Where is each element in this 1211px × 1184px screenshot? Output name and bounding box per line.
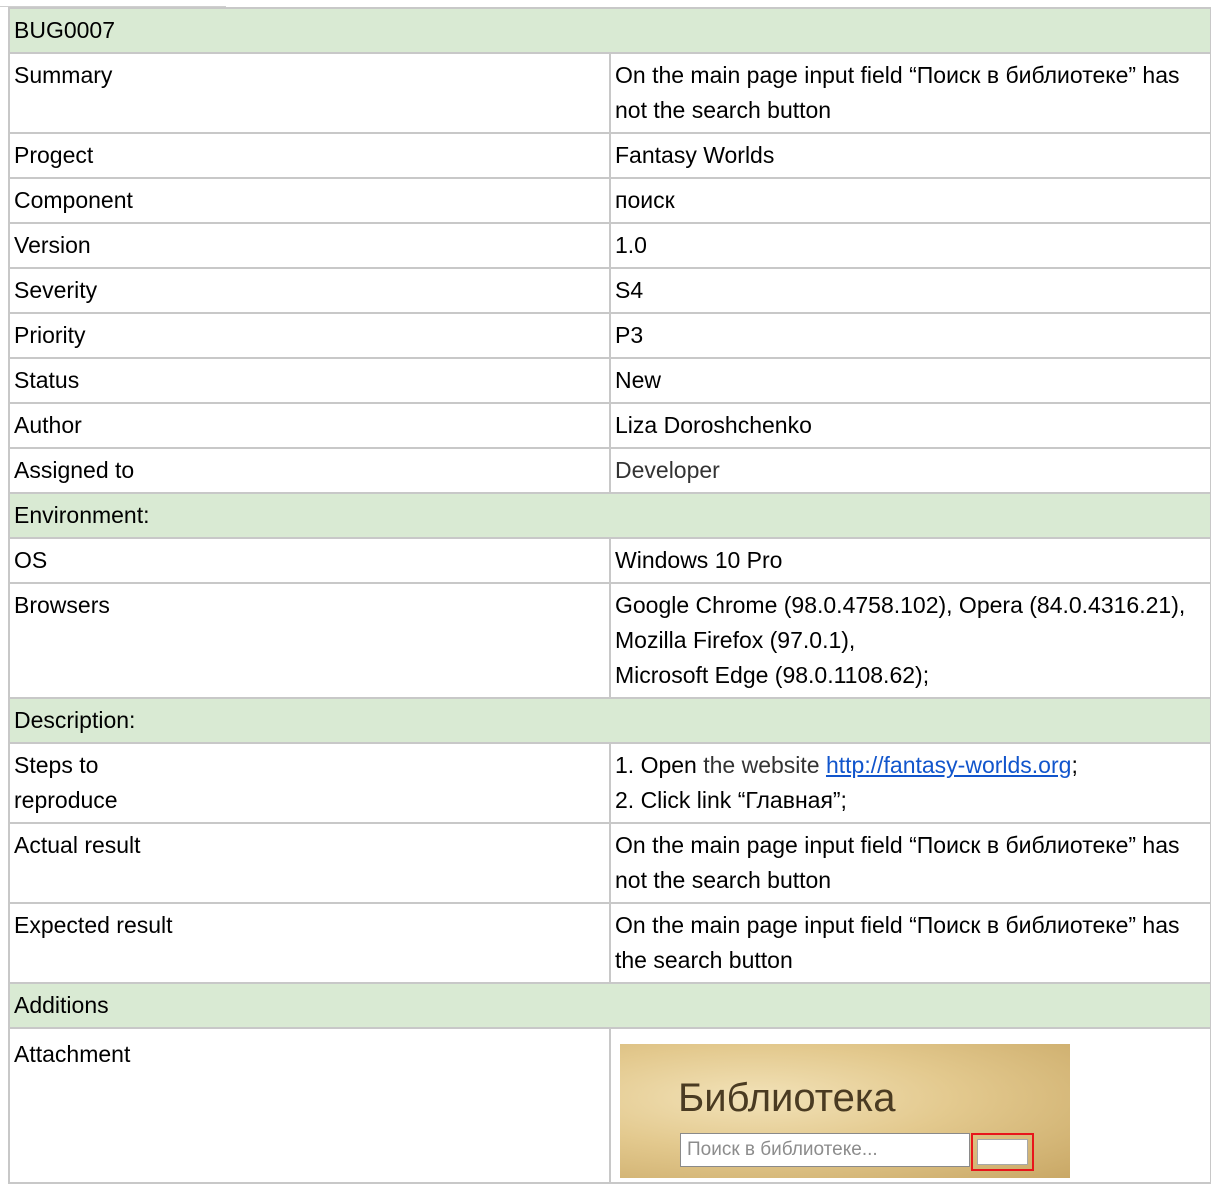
field-value: S4 bbox=[609, 267, 1211, 314]
field-value: поиск bbox=[609, 177, 1211, 224]
field-value: Developer bbox=[609, 447, 1211, 494]
field-label: Assigned to bbox=[8, 447, 611, 494]
os-value: Windows 10 Pro bbox=[609, 537, 1211, 584]
field-label: Author bbox=[8, 402, 611, 449]
expected-result-value: On the main page input field “Поиск в би… bbox=[609, 902, 1211, 984]
step-1-middle: the website bbox=[696, 752, 826, 778]
attachment-label: Attachment bbox=[8, 1027, 611, 1184]
browsers-line: Microsoft Edge (98.0.1108.62); bbox=[615, 662, 930, 688]
field-label: Version bbox=[8, 222, 611, 269]
steps-label-line: reproduce bbox=[14, 787, 118, 813]
field-label: Severity bbox=[8, 267, 611, 314]
screenshot-search-input: Поиск в библиотеке... bbox=[680, 1133, 970, 1167]
field-row-project: Progect Fantasy Worlds bbox=[8, 132, 1211, 179]
field-value: P3 bbox=[609, 312, 1211, 359]
bug-id: BUG0007 bbox=[8, 7, 1211, 54]
field-value: Fantasy Worlds bbox=[609, 132, 1211, 179]
field-row-assigned: Assigned to Developer bbox=[8, 447, 1211, 494]
bug-report-table: BUG0007 Summary On the main page input f… bbox=[8, 7, 1211, 1184]
field-value: On the main page input field “Поиск в би… bbox=[609, 52, 1211, 134]
steps-row: Steps to reproduce 1. Open the website h… bbox=[8, 742, 1211, 824]
browsers-label: Browsers bbox=[8, 582, 611, 699]
field-value: Liza Doroshchenko bbox=[609, 402, 1211, 449]
os-row: OS Windows 10 Pro bbox=[8, 537, 1211, 584]
description-heading: Description: bbox=[8, 697, 1211, 744]
step-1-prefix: 1. Open bbox=[615, 752, 697, 778]
field-row-component: Component поиск bbox=[8, 177, 1211, 224]
steps-label-line: Steps to bbox=[14, 752, 99, 778]
field-label: Priority bbox=[8, 312, 611, 359]
step-1-suffix: ; bbox=[1071, 752, 1078, 778]
field-row-priority: Priority P3 bbox=[8, 312, 1211, 359]
field-value: 1.0 bbox=[609, 222, 1211, 269]
attachment-screenshot: Библиотека Поиск в библиотеке... bbox=[620, 1044, 1070, 1178]
field-label: Progect bbox=[8, 132, 611, 179]
additions-heading: Additions bbox=[8, 982, 1211, 1029]
field-row-summary: Summary On the main page input field “По… bbox=[8, 52, 1211, 134]
expected-result-label: Expected result bbox=[8, 902, 611, 984]
field-label: Summary bbox=[8, 52, 611, 134]
field-row-author: Author Liza Doroshchenko bbox=[8, 402, 1211, 449]
step-2: 2. Click link “Главная”; bbox=[615, 787, 847, 813]
field-row-version: Version 1.0 bbox=[8, 222, 1211, 269]
attachment-row: Attachment Библиотека Поиск в библиотеке… bbox=[8, 1027, 1211, 1184]
os-label: OS bbox=[8, 537, 611, 584]
field-value: New bbox=[609, 357, 1211, 404]
actual-result-value: On the main page input field “Поиск в би… bbox=[609, 822, 1211, 904]
field-row-status: Status New bbox=[8, 357, 1211, 404]
steps-value: 1. Open the website http://fantasy-world… bbox=[609, 742, 1211, 824]
steps-label: Steps to reproduce bbox=[8, 742, 611, 824]
screenshot-title: Библиотека bbox=[678, 1076, 896, 1120]
environment-heading: Environment: bbox=[8, 492, 1211, 539]
expected-result-row: Expected result On the main page input f… bbox=[8, 902, 1211, 984]
description-heading-row: Description: bbox=[8, 697, 1211, 744]
browsers-value: Google Chrome (98.0.4758.102), Opera (84… bbox=[609, 582, 1211, 699]
field-label: Status bbox=[8, 357, 611, 404]
actual-result-label: Actual result bbox=[8, 822, 611, 904]
additions-heading-row: Additions bbox=[8, 982, 1211, 1029]
website-link[interactable]: http://fantasy-worlds.org bbox=[826, 752, 1071, 778]
field-row-severity: Severity S4 bbox=[8, 267, 1211, 314]
environment-heading-row: Environment: bbox=[8, 492, 1211, 539]
screenshot-highlight-box bbox=[971, 1133, 1034, 1171]
field-label: Component bbox=[8, 177, 611, 224]
screenshot-empty-button bbox=[977, 1139, 1028, 1165]
bug-id-row: BUG0007 bbox=[8, 7, 1211, 54]
attachment-value: Библиотека Поиск в библиотеке... bbox=[609, 1027, 1211, 1184]
browsers-row: Browsers Google Chrome (98.0.4758.102), … bbox=[8, 582, 1211, 699]
actual-result-row: Actual result On the main page input fie… bbox=[8, 822, 1211, 904]
browsers-line: Google Chrome (98.0.4758.102), Opera (84… bbox=[615, 592, 1186, 653]
step-1: 1. Open the website http://fantasy-world… bbox=[615, 748, 1205, 783]
